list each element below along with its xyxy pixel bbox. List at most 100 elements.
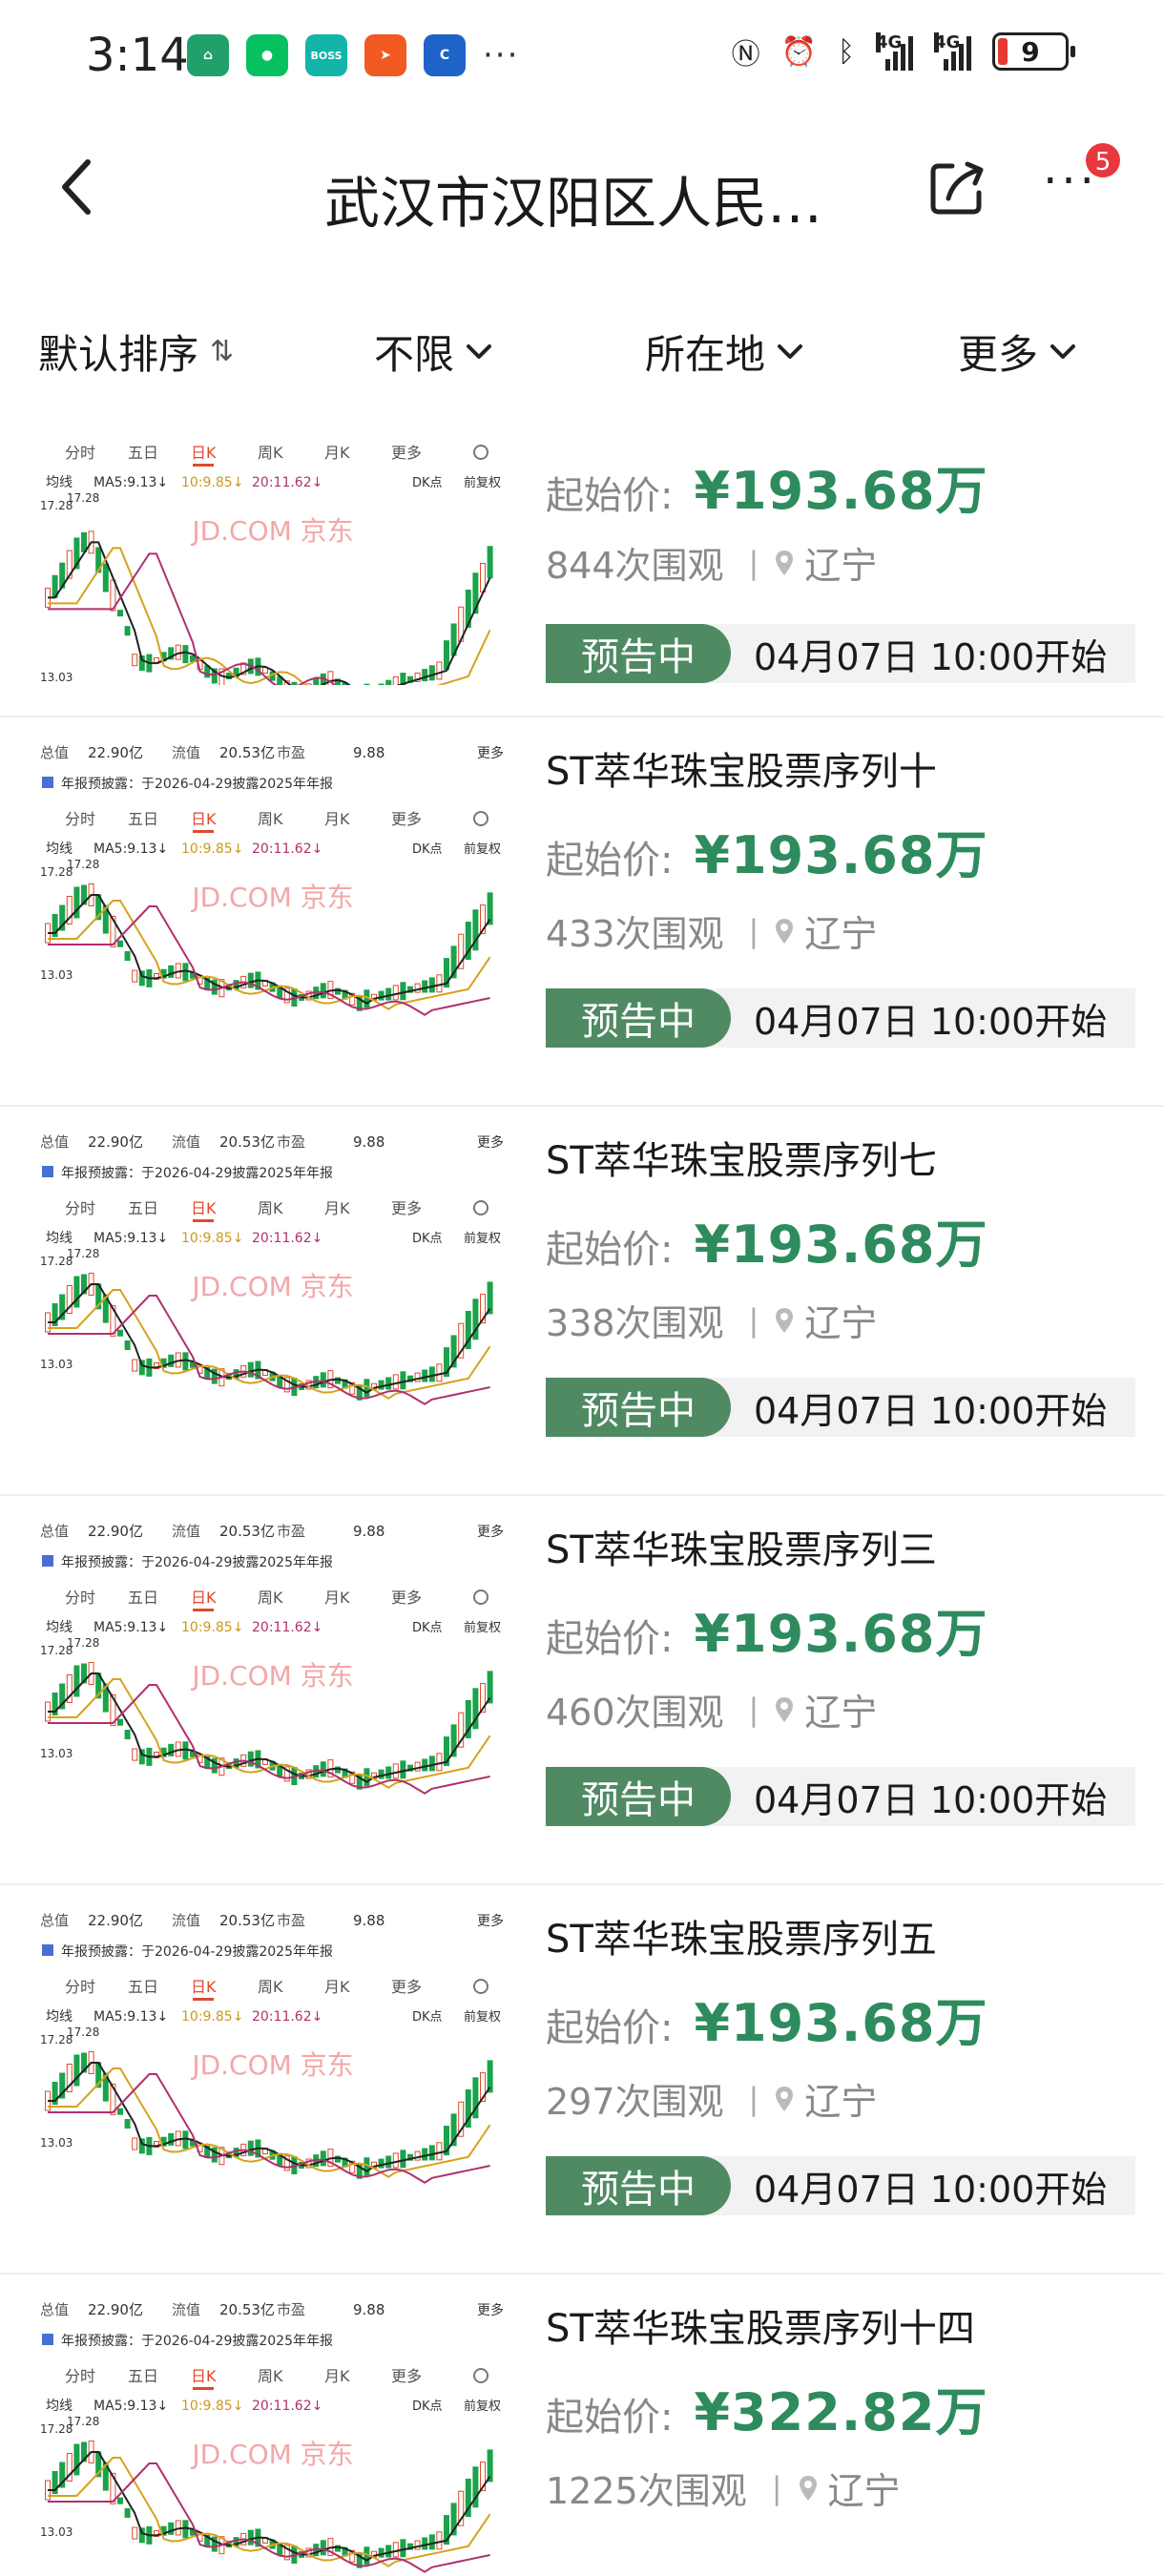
stat-value: 20.53亿 <box>219 2301 275 2318</box>
filter-sort[interactable]: 默认排序 ⇅ <box>38 322 234 381</box>
moving-average-line <box>48 547 491 685</box>
candlestick <box>414 983 421 993</box>
candlestick <box>124 626 131 636</box>
ma20-value: 20:11.62↓ <box>252 1231 322 1246</box>
chart-tab: 分时 <box>65 444 95 462</box>
candlestick <box>414 1372 421 1382</box>
filter-unlimited[interactable]: 不限 <box>374 322 492 381</box>
location: 辽宁 <box>827 2470 901 2512</box>
stat-value: 22.90亿 <box>88 1912 143 1929</box>
status-row: 预告中 04月07日 10:00开始 <box>546 624 1135 683</box>
fq-label: 前复权 <box>464 2009 501 2025</box>
jd-watermark: JD.COM 京东 <box>190 1660 353 1692</box>
candlestick <box>400 2150 406 2169</box>
chart-tab: 五日 <box>128 810 158 828</box>
chart-tab: 五日 <box>128 1589 158 1607</box>
candlestick <box>320 1372 326 1388</box>
candlestick-chart-image: 总值 22.90亿 流值 20.53亿 市盈 9.88 更多年报预披露：于2026-04-2… <box>40 2301 504 2573</box>
location-pin-icon <box>776 1307 794 1333</box>
candlestick-chart-image: 总值 22.90亿 流值 20.53亿 市盈 9.88 更多年报预披露：于2026-04-2… <box>40 744 504 1016</box>
starting-price: ¥193.68万 <box>694 825 988 885</box>
high-marker: 17.28 <box>67 858 99 871</box>
start-time: 04月07日 10:00开始 <box>754 2168 1108 2211</box>
filter-more[interactable]: 更多 <box>958 322 1076 381</box>
stat-label: 流值 <box>172 744 200 761</box>
boss-app-icon: BOSS <box>305 34 347 76</box>
low-price: 13.03 <box>40 671 73 684</box>
location-pin-icon <box>776 2086 794 2111</box>
candlestick <box>117 2497 123 2504</box>
stat-more: 更多 <box>477 1524 504 1540</box>
stock-chart-thumbnail: 分时 五日 日K 周K 月K 更多 均线 MA5:9.13↓ 10:9.85↓ 20:11.62↓… <box>38 437 509 685</box>
blue-app-icon: C <box>424 34 466 76</box>
candlestick <box>247 1751 254 1767</box>
view-count: 338次围观 <box>546 1302 724 1344</box>
chevron-down-icon <box>1050 343 1076 359</box>
price-label: 起始价: <box>546 2006 674 2050</box>
start-time: 04月07日 10:00开始 <box>754 1389 1108 1432</box>
price-row: 起始价: ¥322.82万 <box>546 2370 987 2445</box>
candlestick <box>392 2152 399 2169</box>
filter-sort-label: 默认排序 <box>38 331 199 378</box>
dk-label: DK点 <box>412 1621 443 1635</box>
location: 辽宁 <box>804 1692 878 1734</box>
chart-tab: 五日 <box>128 1978 158 1996</box>
candlestick <box>182 2130 189 2150</box>
candlestick <box>400 1760 406 1779</box>
location-pin-icon <box>799 2475 817 2501</box>
candlestick <box>124 2119 131 2129</box>
candlestick <box>124 951 131 961</box>
candlestick <box>392 675 399 685</box>
list-item[interactable]: 总值 22.90亿 流值 20.53亿 市盈 9.88 更多 年报预披露：于2026-04-2… <box>0 717 1164 1107</box>
ma5-value: MA5:9.13↓ <box>94 2399 168 2414</box>
candlestick <box>132 654 138 667</box>
chart-tab: 日K <box>191 1978 217 1996</box>
page-title: 武汉市汉阳区人民… <box>324 171 823 236</box>
fq-label: 前复权 <box>464 1620 501 1635</box>
chart-tab: 更多 <box>391 444 422 462</box>
stat-value: 20.53亿 <box>219 1912 275 1929</box>
alarm-icon: ⏰ <box>780 34 817 69</box>
moving-average-line <box>48 541 491 685</box>
chart-tab: 更多 <box>391 2367 422 2385</box>
candlestick <box>436 2142 443 2161</box>
chart-tab: 周K <box>258 1589 283 1607</box>
ma20-value: 20:11.62↓ <box>252 1620 322 1635</box>
ma10-value: 10:9.85↓ <box>181 841 243 857</box>
start-time: 04月07日 10:00开始 <box>754 1778 1108 1821</box>
high-marker: 17.28 <box>67 491 99 505</box>
candlestick <box>320 1761 326 1777</box>
candlestick <box>117 940 123 947</box>
start-time: 04月07日 10:00开始 <box>754 1000 1108 1043</box>
price-row: 起始价: ¥193.68万 <box>546 1202 987 1278</box>
filter-more-label: 更多 <box>958 331 1039 378</box>
stat-more: 更多 <box>477 1134 504 1151</box>
ma20-value: 20:11.62↓ <box>252 841 322 857</box>
filter-location[interactable]: 所在地 <box>645 322 803 381</box>
chart-tab: 分时 <box>65 1589 95 1607</box>
signal-icon-2: 4G <box>934 32 971 71</box>
candlestick <box>385 2155 392 2169</box>
view-count: 460次围观 <box>546 1692 724 1734</box>
share-button[interactable] <box>925 156 988 219</box>
stock-chart-thumbnail: 总值 22.90亿 流值 20.53亿 市盈 9.88 更多 年报预披露：于2026-04-2… <box>38 1902 509 2189</box>
title-bar: 武汉市汉阳区人民… ··· 5 <box>0 113 1164 265</box>
list-item[interactable]: 总值 22.90亿 流值 20.53亿 市盈 9.88 更多 年报预披露：于2026-04-2… <box>0 1885 1164 2275</box>
candlestick-chart-image: 总值 22.90亿 流值 20.53亿 市盈 9.88 更多年报预披露：于2026-04-2… <box>40 1523 504 1795</box>
back-button[interactable] <box>57 156 114 223</box>
status-bar: 3:14 ⌂ ● BOSS ➤ C ··· Ⓝ ⏰ ᛒ 4G 4G 9 <box>0 0 1164 113</box>
list-item[interactable]: 总值 22.90亿 流值 20.53亿 市盈 9.88 更多 年报预披露：于2026-04-2… <box>0 2275 1164 2576</box>
list-item[interactable]: 总值 22.90亿 流值 20.53亿 市盈 9.88 更多 年报预披露：于2026-04-2… <box>0 1107 1164 1496</box>
stock-chart-thumbnail: 总值 22.90亿 流值 20.53亿 市盈 9.88 更多 年报预披露：于2026-04-2… <box>38 1124 509 1410</box>
stat-more: 更多 <box>477 2302 504 2318</box>
status-badge: 预告中 <box>546 988 731 1048</box>
stat-value: 9.88 <box>353 1523 385 1540</box>
chart-tab: 月K <box>324 1199 350 1217</box>
candlestick <box>392 1763 399 1779</box>
status-row: 预告中 04月07日 10:00开始 <box>546 1378 1135 1437</box>
disclosure-text: 年报预披露：于2026-04-29披露2025年年报 <box>61 1944 333 1960</box>
low-price: 13.03 <box>40 2136 73 2150</box>
list-item[interactable]: 总值 22.90亿 流值 20.53亿 市盈 9.88 更多 年报预披露：于2026-04-2… <box>0 1496 1164 1885</box>
list-item[interactable]: 分时 五日 日K 周K 月K 更多 均线 MA5:9.13↓ 10:9.85↓ 20:11.62↓… <box>0 429 1164 717</box>
candlestick <box>124 1730 131 1739</box>
